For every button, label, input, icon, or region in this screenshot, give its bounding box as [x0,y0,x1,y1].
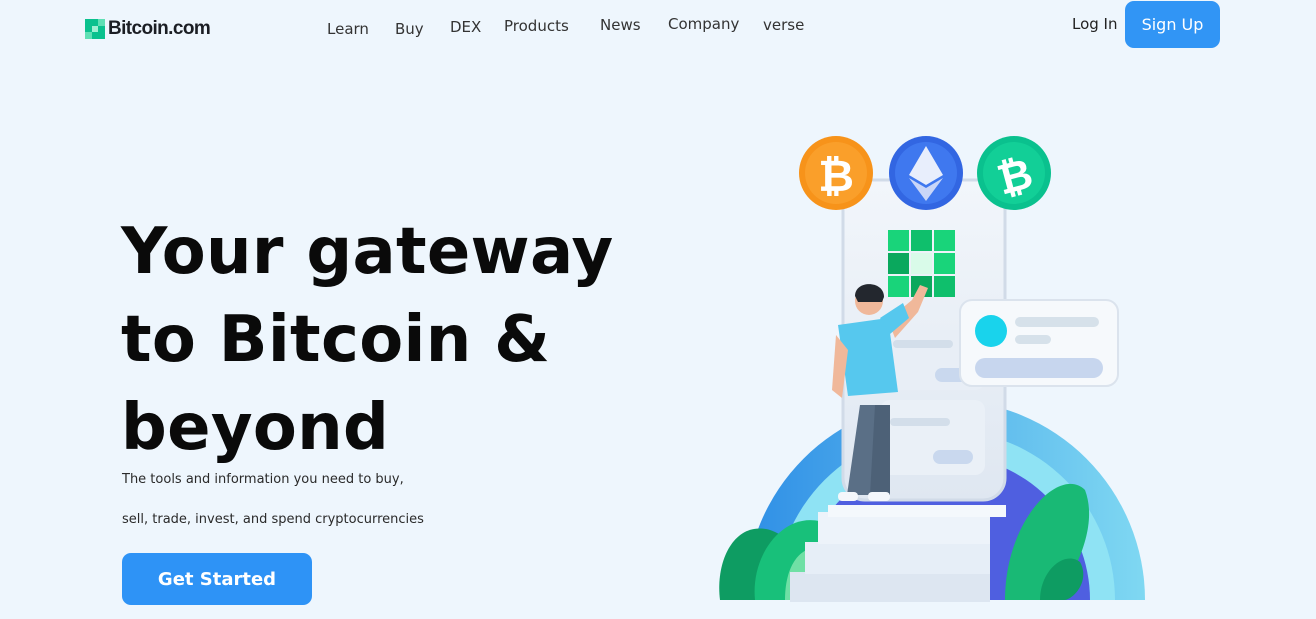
nav-verse[interactable]: verse [763,16,804,34]
floating-card [959,299,1119,387]
ethereum-coin-icon [889,136,963,210]
brand-name: Bitcoin.com [108,18,211,39]
get-started-button[interactable]: Get Started [122,553,312,605]
hero-subtitle-line: sell, trade, invest, and spend cryptocur… [122,512,424,527]
bitcoin-coin-icon: ₿ [799,136,873,210]
signup-button[interactable]: Sign Up [1125,1,1220,48]
nav-products[interactable]: Products [504,17,569,35]
stairs [790,505,1006,602]
brand-logo[interactable]: Bitcoin.com [85,18,211,40]
hero-title: Your gateway to Bitcoin & beyond [121,208,641,472]
bitcoin-cash-coin-icon: ₿ [977,136,1051,210]
bitcoin-com-logo-icon [85,19,105,39]
hero-title-line: to Bitcoin & [121,303,551,377]
nav-buy[interactable]: Buy [395,20,424,38]
login-link[interactable]: Log In [1072,15,1118,33]
svg-text:₿: ₿ [818,151,854,202]
hero-illustration: ₿ ₿ [719,136,1145,602]
nav-company[interactable]: Company [668,15,739,33]
nav-learn[interactable]: Learn [327,20,369,38]
hero-title-line: beyond [121,391,390,465]
hero-title-line: Your gateway [121,215,614,289]
nav-news[interactable]: News [600,16,641,34]
nav-dex[interactable]: DEX [450,18,481,36]
hero-subtitle-line: The tools and information you need to bu… [122,472,404,487]
